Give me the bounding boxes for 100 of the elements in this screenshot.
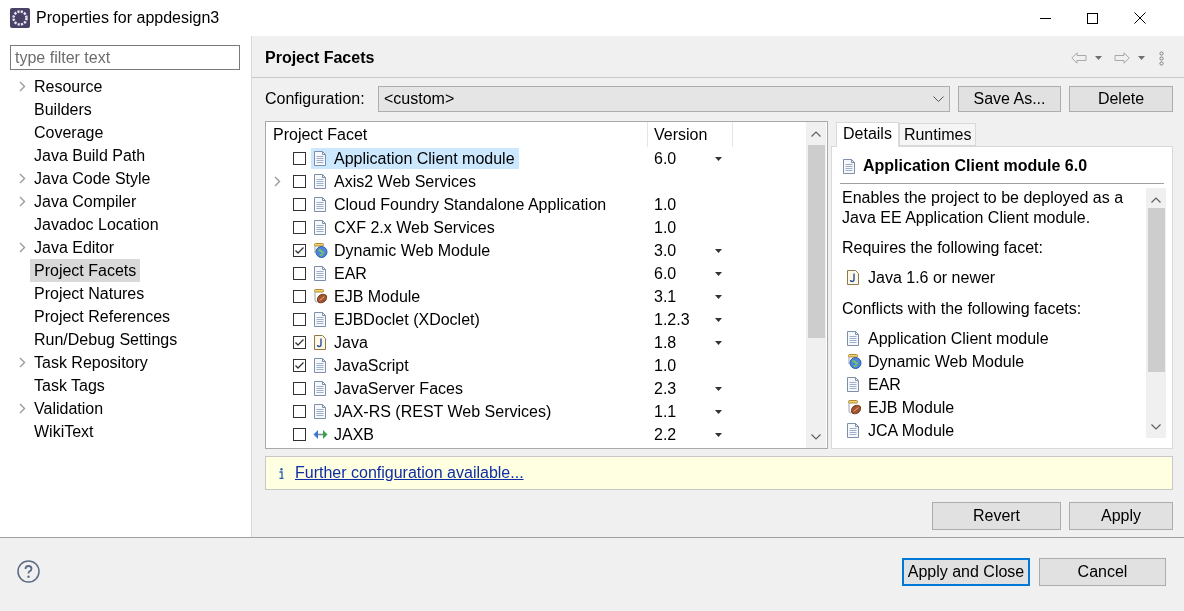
java-file-icon — [847, 270, 859, 285]
document-icon — [314, 266, 326, 281]
document-icon — [847, 423, 859, 438]
apply-and-close-button[interactable]: Apply and Close — [902, 558, 1030, 586]
info-icon — [279, 467, 284, 479]
checkbox[interactable] — [293, 428, 306, 441]
facet-description: Enables the project to be deployed as a Java EE Application Client module. — [842, 188, 1125, 228]
version-cell-text: 1.0 — [654, 355, 677, 376]
dropdown-arrow-icon[interactable] — [715, 248, 722, 253]
filter-field[interactable]: type filter text — [10, 45, 240, 70]
checkbox[interactable] — [293, 359, 306, 372]
checkbox[interactable] — [293, 336, 306, 349]
minimize-icon[interactable] — [1040, 17, 1051, 19]
tab[interactable]: Runtimes — [898, 123, 977, 146]
gear-icon — [10, 8, 30, 28]
dropdown-arrow-icon[interactable] — [715, 294, 722, 299]
chevron-right-icon[interactable] — [19, 173, 26, 184]
document-icon — [314, 404, 326, 419]
dropdown-arrow-icon[interactable] — [715, 409, 722, 414]
page-title: Project Facets — [265, 48, 375, 68]
document-icon — [314, 151, 326, 166]
version-cell-text: 2.3 — [654, 378, 677, 399]
sidebar-item[interactable]: Project Facets — [30, 259, 141, 282]
facet-name: Application Client module — [868, 328, 1049, 349]
column-header[interactable]: Project Facet — [266, 122, 648, 147]
version-cell-text: 1.8 — [654, 332, 677, 353]
scrollbar-thumb[interactable] — [1147, 208, 1165, 372]
bean-jar-icon — [847, 400, 862, 415]
checkbox[interactable] — [293, 382, 306, 395]
checkbox[interactable] — [293, 175, 306, 188]
java-file-icon — [314, 335, 326, 350]
cancel-button[interactable]: Cancel — [1039, 558, 1166, 586]
version-cell-text: 2.2 — [654, 424, 677, 445]
scrollbar-thumb[interactable] — [807, 145, 825, 338]
dropdown-arrow-icon[interactable] — [715, 432, 722, 437]
globe-jar-icon — [312, 243, 328, 258]
chevron-right-icon[interactable] — [19, 196, 26, 207]
close-icon[interactable] — [1133, 12, 1146, 24]
checkbox[interactable] — [293, 405, 306, 418]
facet-name: EAR — [868, 374, 901, 395]
version-cell-text: 1.1 — [654, 401, 677, 422]
document-icon — [314, 381, 326, 396]
dropdown-arrow-icon[interactable] — [715, 156, 722, 161]
document-icon — [847, 377, 859, 392]
checkbox[interactable] — [293, 152, 306, 165]
checkbox[interactable] — [293, 244, 306, 257]
section-heading: Requires the following facet: — [842, 238, 1044, 258]
document-icon — [843, 158, 855, 174]
chevron-right-icon[interactable] — [19, 357, 26, 368]
configuration-dropdown[interactable]: <custom> — [378, 86, 950, 112]
checkbox[interactable] — [293, 313, 306, 326]
document-icon — [314, 197, 326, 212]
dropdown-arrow-icon[interactable] — [715, 340, 722, 345]
save-as-button[interactable]: Save As... — [958, 86, 1061, 112]
dropdown-arrow-icon[interactable] — [715, 271, 722, 276]
checkbox[interactable] — [293, 267, 306, 280]
document-icon — [314, 312, 326, 327]
section-heading: Conflicts with the following facets: — [842, 299, 1083, 319]
facet-title: Application Client module 6.0 — [863, 156, 1088, 176]
facet-name: Dynamic Web Module — [868, 351, 1025, 372]
configuration-label: Configuration: — [265, 89, 366, 109]
chevron-down-icon[interactable] — [811, 433, 821, 440]
document-icon — [847, 331, 859, 346]
facet-item[interactable]: Application Client module — [311, 148, 519, 169]
version-cell-text: 1.2.3 — [654, 309, 690, 330]
chevron-right-icon[interactable] — [19, 403, 26, 414]
checkbox[interactable] — [293, 290, 306, 303]
column-header[interactable]: Version — [648, 122, 733, 147]
facet-name: JCA Module — [868, 420, 955, 441]
document-icon — [314, 358, 326, 373]
dropdown-arrow-icon[interactable] — [715, 317, 722, 322]
chevron-right-icon[interactable] — [274, 176, 281, 187]
chevron-up-icon[interactable] — [1151, 196, 1161, 203]
bean-jar-icon — [312, 289, 328, 304]
version-cell-text: 1.0 — [654, 217, 677, 238]
dropdown-arrow-icon[interactable] — [715, 386, 722, 391]
chevron-up-icon[interactable] — [811, 130, 821, 137]
window-title: Properties for appdesign3 — [36, 8, 220, 28]
facet-name: Java 1.6 or newer — [868, 267, 996, 288]
chevron-right-icon[interactable] — [19, 242, 26, 253]
chevron-down-icon[interactable] — [933, 96, 944, 102]
help-icon[interactable] — [17, 560, 40, 583]
apply-button[interactable]: Apply — [1069, 502, 1173, 530]
delete-button[interactable]: Delete — [1069, 86, 1173, 112]
facet-name: EJB Module — [868, 397, 955, 418]
scrollbar[interactable] — [806, 122, 826, 448]
maximize-icon[interactable] — [1087, 12, 1098, 24]
version-cell-text: 6.0 — [654, 263, 677, 284]
version-cell-text: 3.1 — [654, 286, 677, 307]
checkbox[interactable] — [293, 198, 306, 211]
revert-button[interactable]: Revert — [932, 502, 1061, 530]
double-arrow-icon — [312, 429, 328, 440]
version-cell-text: 1.0 — [654, 194, 677, 215]
tab[interactable]: Details — [836, 122, 899, 147]
scrollbar[interactable] — [1146, 188, 1166, 438]
further-configuration-link[interactable]: Further configuration available... — [295, 461, 524, 485]
checkbox[interactable] — [293, 221, 306, 234]
chevron-right-icon[interactable] — [19, 81, 26, 92]
chevron-down-icon[interactable] — [1151, 423, 1161, 430]
document-icon — [314, 220, 326, 235]
